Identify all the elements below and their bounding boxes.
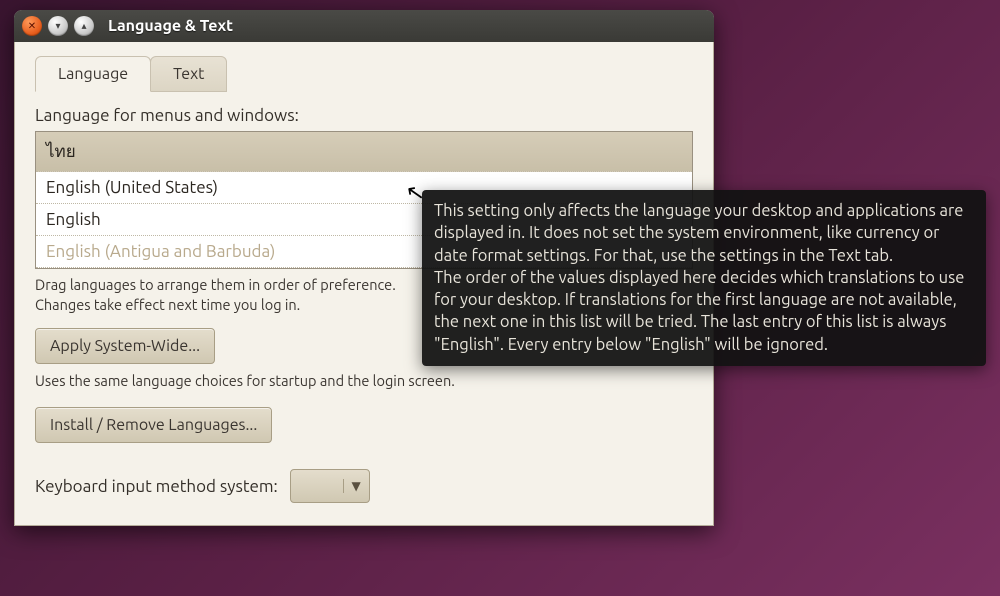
list-item[interactable]: ไทย bbox=[36, 132, 692, 172]
tab-bar: Language Text bbox=[35, 56, 693, 92]
help-tooltip: This setting only affects the language y… bbox=[422, 190, 986, 366]
maximize-icon[interactable]: ▴ bbox=[74, 16, 94, 36]
language-list-heading: Language for menus and windows: bbox=[35, 106, 693, 125]
apply-description: Uses the same language choices for start… bbox=[35, 372, 693, 389]
titlebar[interactable]: ✕ ▾ ▴ Language & Text bbox=[14, 10, 714, 42]
install-remove-languages-button[interactable]: Install / Remove Languages... bbox=[35, 407, 272, 443]
tab-language[interactable]: Language bbox=[35, 56, 151, 92]
apply-system-wide-button[interactable]: Apply System-Wide... bbox=[35, 328, 215, 364]
minimize-icon[interactable]: ▾ bbox=[48, 16, 68, 36]
close-icon[interactable]: ✕ bbox=[22, 16, 42, 36]
window-title: Language & Text bbox=[108, 17, 233, 35]
chevron-down-icon: ▼ bbox=[343, 479, 361, 493]
tab-text[interactable]: Text bbox=[150, 56, 227, 92]
keyboard-input-label: Keyboard input method system: bbox=[35, 477, 278, 496]
keyboard-input-select[interactable]: ▼ bbox=[290, 469, 370, 503]
